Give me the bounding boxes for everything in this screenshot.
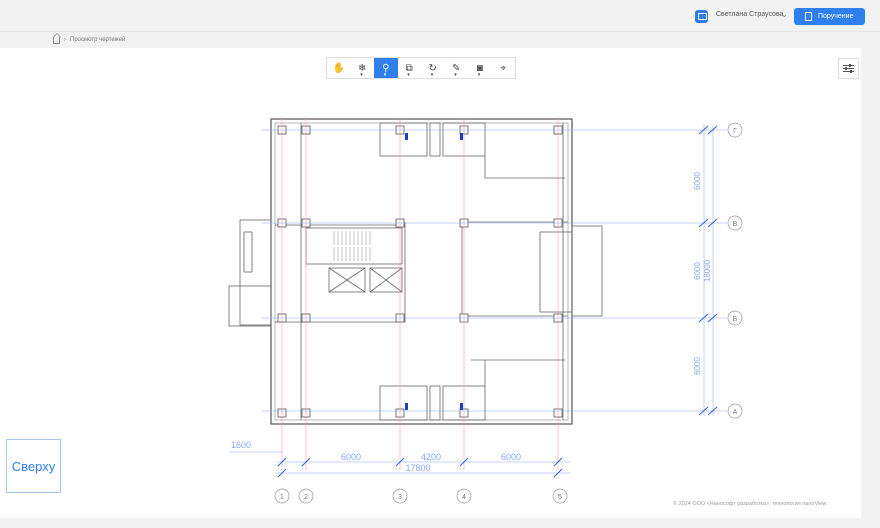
dim-right-3: 6000 [693,357,702,375]
user-name[interactable]: Светлана Страусова [716,11,783,18]
chevron-down-icon[interactable]: ▾ [360,73,363,78]
snapshot-tool[interactable]: ◙ ▾ [468,58,492,78]
dim-right-1: 6000 [693,172,702,190]
sliders-icon [843,64,854,73]
home-icon[interactable] [53,37,60,44]
dim-bottom-4200: 4200 [421,452,441,462]
dim-bottom-6000-left: 6000 [341,452,361,462]
footer-copyright: © 2024 ООО «Нанософт разработка», технол… [673,501,827,507]
orbit-tool[interactable]: ↻ ▾ [421,58,445,78]
breadcrumb-current: Просмотр чертежей [70,36,126,43]
breadcrumb: › Просмотр чертежей [53,35,125,44]
document-icon [805,12,812,21]
axis-label-a: А [733,409,738,416]
measure-icon: ⌖ [500,62,507,74]
dim-right-2: 6000 [693,262,702,280]
measure-tool[interactable]: ⌖ [492,58,516,78]
chevron-down-icon[interactable]: ▾ [454,73,457,78]
settings-button[interactable] [838,58,859,79]
chevron-down-icon[interactable]: ▾ [407,73,410,78]
axis-label-5: 5 [558,494,562,501]
zoom-tool[interactable]: ⚲ ▾ [374,58,398,78]
axis-label-3: 3 [398,494,402,501]
axis-label-4: 4 [462,494,466,501]
pan-tool[interactable]: ✋ [327,58,351,78]
top-bar: Светлана Страусова ⌄ Поручение [0,0,880,32]
user-avatar-icon[interactable] [695,10,708,23]
task-button[interactable]: Поручение [794,8,865,25]
axis-label-1: 1 [280,494,284,501]
axis-label-g: Г [733,128,737,135]
viewer-toolbar: ✋ ❄ ▾ ⚲ ▾ ⧉ ▾ ↻ ▾ ✎ ▾ ◙ ▾ ⌖ [326,57,516,79]
axis-label-2: 2 [304,494,308,501]
task-button-label: Поручение [818,13,854,20]
hand-icon: ✋ [332,62,345,74]
chevron-down-icon[interactable]: ▾ [478,73,481,78]
dim-bottom-1600: 1600 [231,440,251,450]
axis-label-v: В [733,221,738,228]
chevron-down-icon[interactable]: ▾ [384,73,387,78]
view-cube-label: Сверху [11,458,56,474]
markup-tool[interactable]: ✎ ▾ [445,58,469,78]
breadcrumb-separator: › [64,36,66,43]
view-cube[interactable]: Сверху [6,439,61,493]
axis-label-b: Б [733,316,738,323]
chevron-down-icon[interactable]: ▾ [431,73,434,78]
dim-bottom-total: 17800 [405,463,430,473]
explode-tool[interactable]: ❄ ▾ [351,58,375,78]
dim-right-total: 18000 [703,259,712,282]
chevron-down-icon[interactable]: ⌄ [781,10,788,19]
floor-plan-drawing[interactable]: Г В Б А 6000 6000 18000 6000 1600 6000 4… [0,48,861,518]
dim-bottom-6000-right: 6000 [501,452,521,462]
drawing-viewer[interactable]: Г В Б А 6000 6000 18000 6000 1600 6000 4… [0,48,861,518]
section-tool[interactable]: ⧉ ▾ [398,58,422,78]
